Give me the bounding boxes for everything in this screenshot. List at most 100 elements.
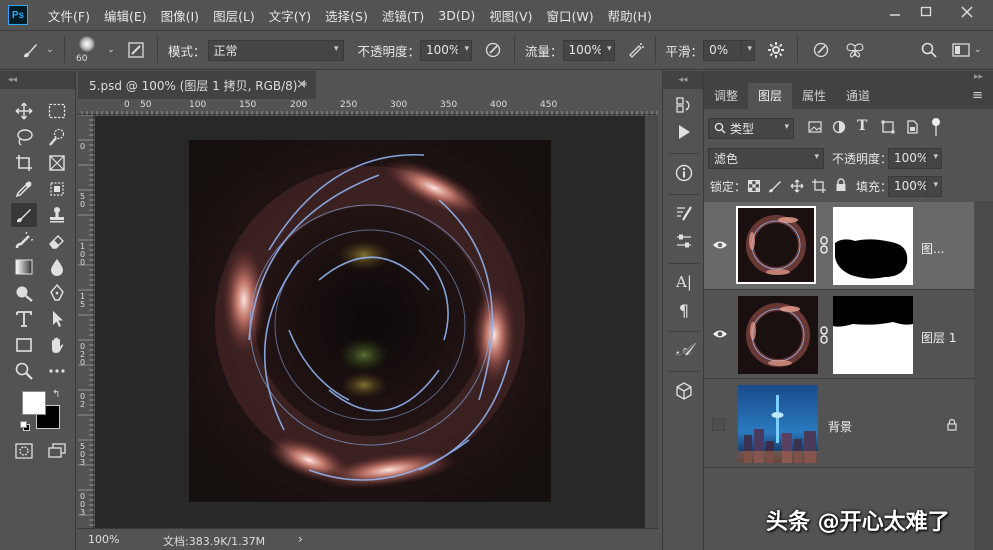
workspace-button[interactable] xyxy=(946,43,976,57)
layer-mask-thumbnail[interactable] xyxy=(833,207,913,285)
chevron-down-icon[interactable]: ⌄ xyxy=(105,45,117,55)
symmetry-button[interactable] xyxy=(842,41,868,59)
eye-icon[interactable] xyxy=(712,238,728,252)
menu-file[interactable]: 文件(F) xyxy=(48,6,90,25)
history-brush-tool[interactable] xyxy=(11,229,37,253)
minimize-button[interactable] xyxy=(880,0,910,24)
quick-selection-tool[interactable] xyxy=(44,125,70,149)
fill-input[interactable]: 100% xyxy=(888,175,928,197)
lock-pixels-button[interactable] xyxy=(768,179,782,196)
pen-tool[interactable] xyxy=(44,281,70,305)
blur-tool[interactable] xyxy=(44,255,70,279)
type-tool[interactable] xyxy=(11,307,37,331)
collapse-arrows-icon[interactable]: ▸▸ xyxy=(704,71,993,83)
collapse-arrows-icon[interactable]: ◂◂ xyxy=(663,71,703,89)
tab-channels[interactable]: 通道 xyxy=(836,83,880,109)
opacity-input[interactable]: 100% xyxy=(420,39,460,61)
chevron-down-icon[interactable]: ⌄ xyxy=(44,45,56,55)
object-selection-tool[interactable] xyxy=(44,177,70,201)
brush-tool-preset[interactable] xyxy=(16,40,44,60)
vertical-ruler[interactable]: 050100150200250300350 xyxy=(78,115,94,550)
brush-settings-panel-button[interactable] xyxy=(672,201,696,225)
layer-row[interactable]: 背景 xyxy=(704,380,974,468)
layers-scrollbar[interactable] xyxy=(974,201,993,550)
layer-opacity-dropdown[interactable]: ▾ xyxy=(926,147,942,169)
layer-name[interactable]: 图层 1 xyxy=(921,329,956,346)
fill-dropdown[interactable]: ▾ xyxy=(926,175,942,197)
menu-type[interactable]: 文字(Y) xyxy=(269,6,311,25)
zoom-level[interactable]: 100% xyxy=(88,533,119,546)
foreground-color-swatch[interactable] xyxy=(22,391,46,415)
opacity-dropdown[interactable]: ▾ xyxy=(458,39,473,61)
lock-all-button[interactable] xyxy=(835,178,847,195)
filter-type-button[interactable]: T xyxy=(857,118,867,134)
lock-artboard-button[interactable] xyxy=(812,179,826,196)
menu-help[interactable]: 帮助(H) xyxy=(608,6,652,25)
airbrush-button[interactable] xyxy=(623,41,649,59)
brush-size-picker[interactable]: 60 xyxy=(71,33,105,67)
document-canvas[interactable] xyxy=(189,140,551,502)
smooth-dropdown[interactable]: ▾ xyxy=(741,39,756,61)
filter-shape-button[interactable] xyxy=(881,120,895,137)
path-selection-tool[interactable] xyxy=(44,307,70,331)
horizontal-ruler[interactable]: 0 50 100 150 200 250 300 350 400 450 xyxy=(78,99,658,115)
stamp-tool[interactable] xyxy=(44,203,70,227)
menu-edit[interactable]: 编辑(E) xyxy=(104,6,147,25)
hand-tool[interactable] xyxy=(44,333,70,357)
layer-thumbnail[interactable] xyxy=(736,206,816,284)
adjust-panel-button[interactable] xyxy=(672,229,696,253)
canvas-scrollbar[interactable] xyxy=(645,116,658,529)
swap-colors-icon[interactable]: ↰ xyxy=(52,389,60,400)
actions-panel-button[interactable] xyxy=(672,120,696,144)
frame-tool[interactable] xyxy=(44,151,70,175)
layer-name[interactable]: 图... xyxy=(921,240,944,257)
eraser-tool[interactable] xyxy=(44,229,70,253)
pressure-size-button[interactable] xyxy=(808,41,834,59)
smooth-input[interactable]: 0% xyxy=(703,39,742,61)
menu-image[interactable]: 图像(I) xyxy=(161,6,199,25)
filter-smart-object-button[interactable] xyxy=(905,120,919,137)
search-button[interactable] xyxy=(916,42,942,58)
layer-thumbnail[interactable] xyxy=(738,385,818,463)
layer-filter-select[interactable]: 类型 ▾ xyxy=(708,117,794,139)
tab-properties[interactable]: 属性 xyxy=(792,83,836,109)
eye-icon[interactable] xyxy=(712,327,728,341)
brush-panel-toggle[interactable] xyxy=(123,41,149,59)
character-panel-button[interactable]: A| xyxy=(672,270,696,294)
tab-layers[interactable]: 图层 xyxy=(748,83,793,109)
layer-opacity-input[interactable]: 100% xyxy=(888,147,928,169)
crop-tool[interactable] xyxy=(11,151,37,175)
flow-dropdown[interactable]: ▾ xyxy=(600,39,615,61)
menu-select[interactable]: 选择(S) xyxy=(325,6,368,25)
menu-layer[interactable]: 图层(L) xyxy=(213,6,255,25)
filter-toggle-button[interactable] xyxy=(930,117,942,140)
info-panel-button[interactable] xyxy=(672,161,696,185)
filter-pixel-button[interactable] xyxy=(808,120,822,137)
status-menu-arrow-icon[interactable]: › xyxy=(298,532,303,546)
collapse-arrows-icon[interactable]: ◂◂ xyxy=(0,71,75,89)
move-tool[interactable] xyxy=(11,99,37,123)
filter-adjustment-button[interactable] xyxy=(832,120,846,137)
tab-adjustments[interactable]: 调整 xyxy=(704,83,748,109)
layer-row[interactable]: 图... xyxy=(704,202,974,290)
screen-mode-button[interactable] xyxy=(44,439,70,463)
history-panel-button[interactable] xyxy=(672,93,696,117)
zoom-tool[interactable] xyxy=(11,359,37,383)
eyedropper-tool[interactable] xyxy=(11,177,37,201)
document-tab[interactable]: 5.psd @ 100% (图层 1 拷贝, RGB/8) * × xyxy=(78,71,316,99)
link-icon[interactable] xyxy=(819,236,829,254)
menu-window[interactable]: 窗口(W) xyxy=(547,6,594,25)
quick-mask-button[interactable] xyxy=(11,439,37,463)
layer-mask-thumbnail[interactable] xyxy=(833,296,913,374)
visibility-toggle[interactable] xyxy=(712,418,725,431)
panel-menu-icon[interactable]: ≡ xyxy=(972,88,983,103)
flow-input[interactable]: 100% xyxy=(562,39,603,61)
close-icon[interactable]: × xyxy=(296,77,307,92)
layer-name[interactable]: 背景 xyxy=(828,418,852,435)
layer-thumbnail[interactable] xyxy=(738,296,818,374)
more-tools[interactable] xyxy=(44,359,70,383)
maximize-button[interactable] xyxy=(911,0,941,24)
layer-row[interactable]: 图层 1 xyxy=(704,291,974,379)
brush-tool[interactable] xyxy=(11,203,37,227)
layer-blend-mode-select[interactable]: 滤色 ▾ xyxy=(708,147,824,169)
